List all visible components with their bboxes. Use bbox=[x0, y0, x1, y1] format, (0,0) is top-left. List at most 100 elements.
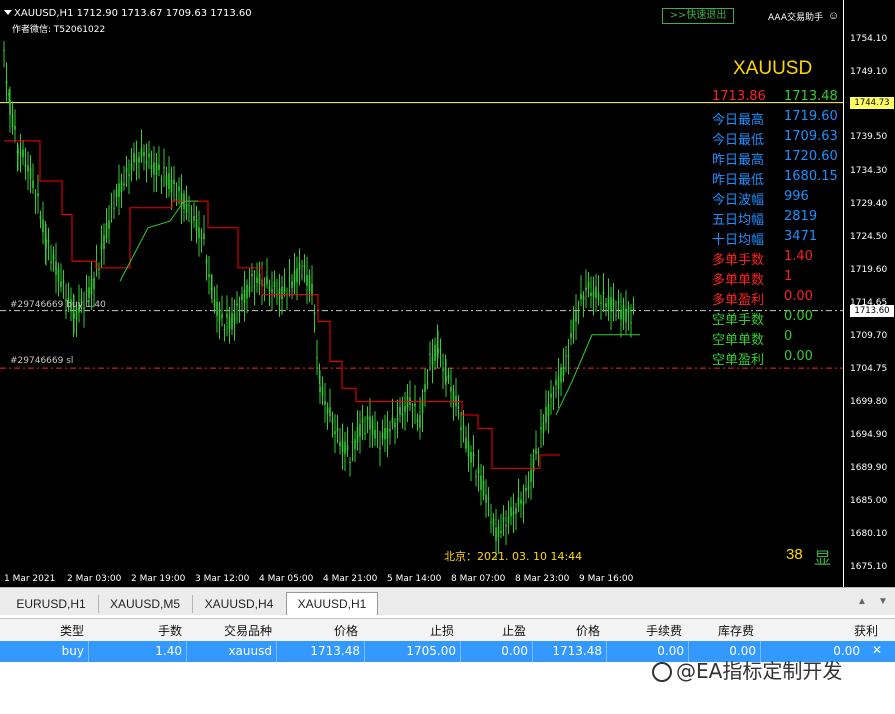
candle-body bbox=[211, 288, 213, 290]
tab-xauusd-h4[interactable]: XAUUSD,H4 bbox=[192, 595, 287, 613]
candle-body bbox=[301, 275, 303, 277]
candle-body bbox=[522, 501, 525, 505]
candle-body bbox=[155, 162, 158, 176]
candle-body bbox=[492, 518, 495, 527]
candle-body bbox=[143, 152, 145, 157]
candle-body bbox=[223, 328, 226, 330]
candle-body bbox=[130, 163, 133, 170]
candle-body bbox=[110, 203, 113, 205]
col-current-price[interactable]: 价格 bbox=[540, 622, 600, 639]
candle-body bbox=[426, 383, 429, 385]
display-toggle[interactable]: 显 bbox=[814, 544, 831, 569]
candle-body bbox=[170, 179, 173, 193]
corner-number: 38 bbox=[786, 546, 803, 563]
candle-body bbox=[371, 419, 374, 435]
close-order-icon[interactable]: ✕ bbox=[872, 643, 882, 657]
col-commission[interactable]: 手续费 bbox=[620, 622, 682, 639]
candle-body bbox=[475, 476, 477, 478]
chart-menu-triangle-icon[interactable] bbox=[4, 10, 12, 15]
price-tick-label: 1734.30 bbox=[850, 166, 888, 177]
price-tick-label: 1754.10 bbox=[850, 34, 888, 44]
panel-row-value: 0.00 bbox=[784, 289, 813, 304]
candle-body bbox=[344, 441, 346, 455]
col-separator bbox=[606, 641, 607, 662]
candle-body bbox=[349, 461, 351, 463]
candle-body bbox=[411, 411, 414, 413]
col-volume[interactable]: 手数 bbox=[120, 622, 182, 639]
col-sl[interactable]: 止损 bbox=[380, 622, 454, 639]
candle-body bbox=[150, 164, 153, 169]
price-tick-label: 1719.60 bbox=[850, 264, 888, 275]
candle-body bbox=[590, 292, 592, 296]
time-tick-label: 8 Mar 07:00 bbox=[451, 574, 506, 584]
candle-body bbox=[562, 366, 565, 375]
candle-body bbox=[135, 158, 138, 163]
candle-body bbox=[9, 100, 11, 116]
candle-body bbox=[291, 281, 293, 289]
candle-body bbox=[98, 269, 100, 271]
candle-body bbox=[487, 497, 490, 499]
current-price-tag: 1713.60 bbox=[850, 304, 894, 317]
candle-body bbox=[452, 391, 455, 403]
cell-price: 1713.48 bbox=[310, 644, 360, 658]
panel-row-label: 空单盈利 bbox=[712, 353, 765, 368]
candle-body bbox=[497, 526, 500, 538]
candle-body bbox=[173, 179, 175, 184]
candle-body bbox=[366, 415, 369, 420]
candle-body bbox=[530, 469, 532, 483]
candle-body bbox=[354, 439, 356, 450]
candle-body bbox=[311, 283, 313, 296]
candle-body bbox=[537, 451, 540, 453]
yellow-level-price-tag: 1744.73 bbox=[850, 96, 894, 109]
candle-body bbox=[399, 407, 401, 415]
panel-row-label: 空单单数 bbox=[712, 333, 765, 348]
candle-body bbox=[369, 416, 371, 430]
col-profit[interactable]: 获利 bbox=[820, 622, 878, 639]
candle-body bbox=[507, 516, 510, 523]
candle-body bbox=[251, 273, 253, 277]
col-symbol[interactable]: 交易品种 bbox=[200, 622, 272, 639]
col-swap[interactable]: 库存费 bbox=[700, 622, 754, 639]
candle-body bbox=[381, 433, 384, 438]
candle-body bbox=[163, 167, 165, 169]
candle-body bbox=[495, 527, 497, 541]
cell-symbol: xauusd bbox=[228, 644, 272, 658]
candle-body bbox=[442, 369, 444, 372]
candle-body bbox=[55, 261, 57, 275]
candle-body bbox=[168, 173, 170, 189]
candle-body bbox=[324, 401, 326, 405]
col-price[interactable]: 价格 bbox=[290, 622, 358, 639]
col-type[interactable]: 类型 bbox=[30, 622, 84, 639]
cell-tp[interactable]: 0.00 bbox=[470, 644, 528, 658]
candle-body bbox=[128, 173, 130, 176]
candle-body bbox=[517, 497, 520, 507]
candle-body bbox=[120, 180, 123, 192]
candle-body bbox=[52, 253, 55, 260]
tab-scroll-up-icon[interactable]: ▲ bbox=[857, 596, 867, 607]
panel-row-label: 多单盈利 bbox=[712, 293, 765, 308]
price-chart[interactable]: XAUUSD,H1 1712.90 1713.67 1709.63 1713.6… bbox=[0, 0, 843, 587]
cell-sl[interactable]: 1705.00 bbox=[380, 644, 456, 658]
candle-body bbox=[361, 418, 364, 423]
tab-scroll-down-icon[interactable]: ▼ bbox=[878, 596, 888, 607]
candle-body bbox=[14, 126, 16, 130]
candle-body bbox=[414, 403, 416, 407]
candle-body bbox=[376, 430, 379, 432]
candle-body bbox=[527, 485, 530, 490]
candle-body bbox=[346, 445, 349, 451]
candle-body bbox=[384, 428, 386, 440]
col-tp[interactable]: 止盈 bbox=[470, 622, 526, 639]
candle-body bbox=[138, 157, 140, 163]
candle-body bbox=[505, 524, 507, 527]
price-axis[interactable]: 1754.101749.101744.151739.501734.301729.… bbox=[843, 0, 895, 587]
time-tick-label: 9 Mar 16:00 bbox=[579, 574, 634, 584]
tab-eurusd-h1[interactable]: EURUSD,H1 bbox=[4, 595, 99, 613]
candle-body bbox=[389, 429, 391, 432]
quick-exit-button[interactable]: >>快速退出 bbox=[662, 8, 734, 24]
buy-order-label: #29746669 buy 1.40 bbox=[10, 300, 106, 310]
candle-body bbox=[520, 499, 522, 504]
candle-body bbox=[281, 286, 283, 300]
tab-xauusd-h1[interactable]: XAUUSD,H1 bbox=[286, 592, 378, 615]
tab-xauusd-m5[interactable]: XAUUSD,M5 bbox=[98, 595, 193, 613]
candle-body bbox=[545, 407, 547, 423]
